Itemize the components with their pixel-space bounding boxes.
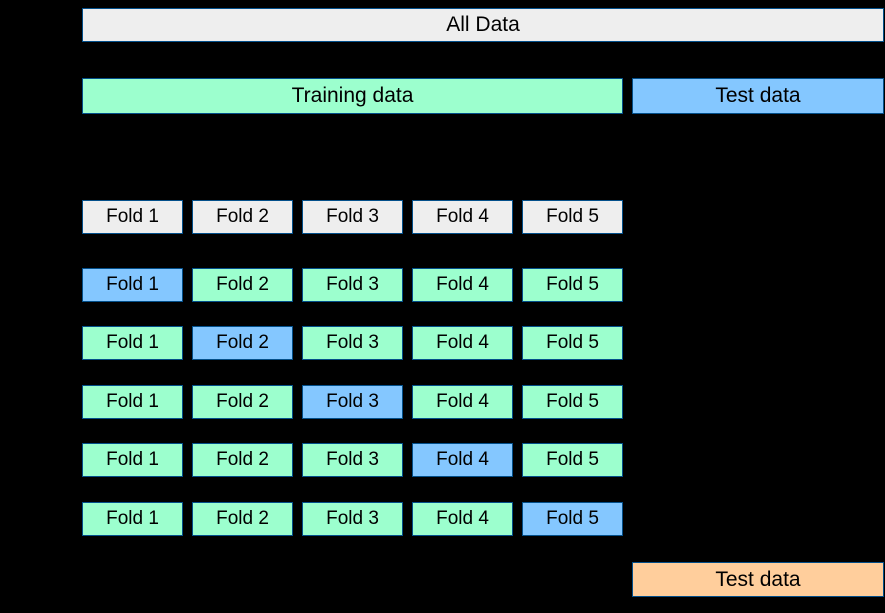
fold-cell-validation: Fold 5 xyxy=(522,502,623,536)
fold-cell-train: Fold 4 xyxy=(412,385,513,419)
fold-cell-train: Fold 4 xyxy=(412,502,513,536)
fold-cell-train: Fold 5 xyxy=(522,268,623,302)
fold-cell-train: Fold 4 xyxy=(412,326,513,360)
fold-cell-validation: Fold 3 xyxy=(302,385,403,419)
all-data-box: All Data xyxy=(82,8,884,42)
fold-cell-train: Fold 2 xyxy=(192,502,293,536)
fold-cell-train: Fold 4 xyxy=(412,268,513,302)
split-row: Fold 1 Fold 2 Fold 3 Fold 4 Fold 5 xyxy=(82,443,623,477)
split-row: Fold 1 Fold 2 Fold 3 Fold 4 Fold 5 xyxy=(82,268,623,302)
fold-header-cell: Fold 5 xyxy=(522,200,623,234)
fold-cell-train: Fold 3 xyxy=(302,268,403,302)
fold-cell-train: Fold 5 xyxy=(522,443,623,477)
fold-header-cell: Fold 2 xyxy=(192,200,293,234)
split-row: Fold 1 Fold 2 Fold 3 Fold 4 Fold 5 xyxy=(82,326,623,360)
test-data-box-bottom: Test data xyxy=(632,562,884,597)
fold-cell-validation: Fold 4 xyxy=(412,443,513,477)
fold-header-cell: Fold 4 xyxy=(412,200,513,234)
fold-cell-train: Fold 2 xyxy=(192,385,293,419)
fold-cell-validation: Fold 2 xyxy=(192,326,293,360)
fold-cell-validation: Fold 1 xyxy=(82,268,183,302)
fold-cell-train: Fold 1 xyxy=(82,443,183,477)
split-row: Fold 1 Fold 2 Fold 3 Fold 4 Fold 5 xyxy=(82,385,623,419)
split-row: Fold 1 Fold 2 Fold 3 Fold 4 Fold 5 xyxy=(82,502,623,536)
fold-cell-train: Fold 1 xyxy=(82,385,183,419)
training-data-box: Training data xyxy=(82,78,623,114)
fold-cell-train: Fold 5 xyxy=(522,326,623,360)
fold-cell-train: Fold 2 xyxy=(192,443,293,477)
fold-cell-train: Fold 1 xyxy=(82,502,183,536)
fold-cell-train: Fold 5 xyxy=(522,385,623,419)
fold-cell-train: Fold 3 xyxy=(302,502,403,536)
fold-header-cell: Fold 1 xyxy=(82,200,183,234)
test-data-box-top: Test data xyxy=(632,78,884,114)
fold-header-row: Fold 1 Fold 2 Fold 3 Fold 4 Fold 5 xyxy=(82,200,623,234)
fold-header-cell: Fold 3 xyxy=(302,200,403,234)
fold-cell-train: Fold 3 xyxy=(302,326,403,360)
fold-cell-train: Fold 3 xyxy=(302,443,403,477)
fold-cell-train: Fold 1 xyxy=(82,326,183,360)
fold-cell-train: Fold 2 xyxy=(192,268,293,302)
